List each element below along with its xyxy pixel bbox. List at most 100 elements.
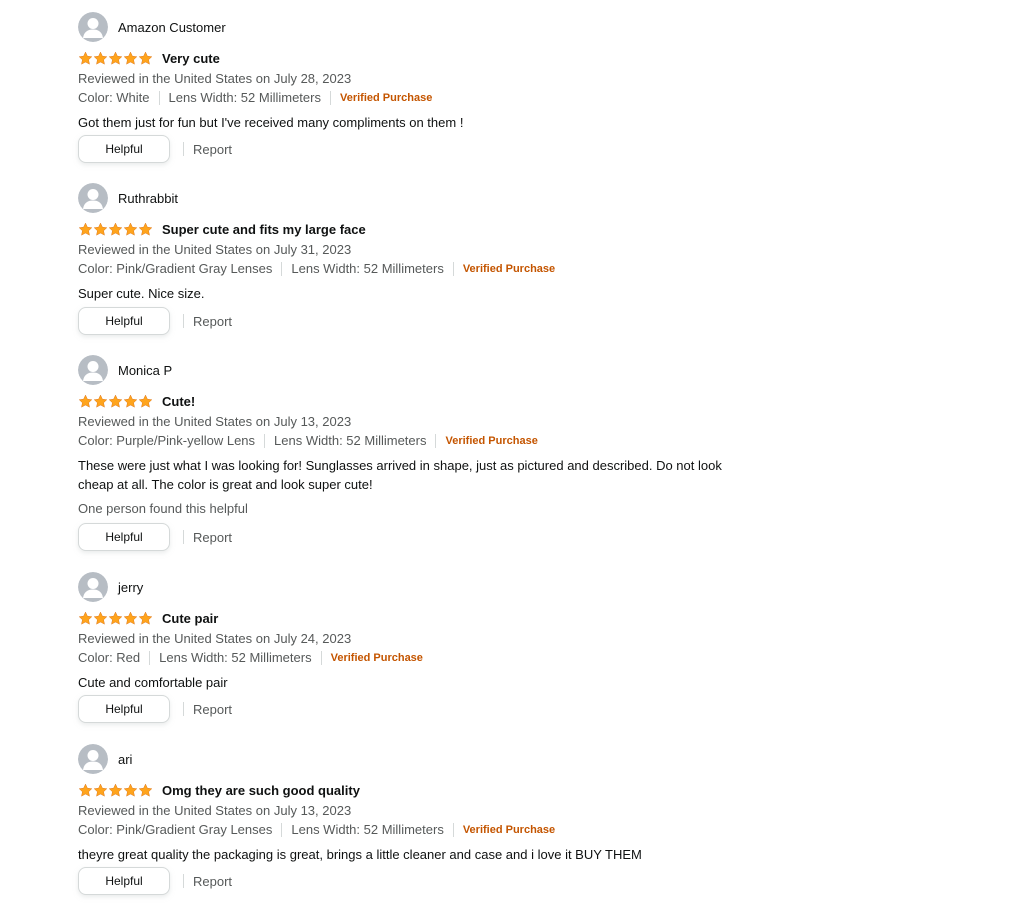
report-link[interactable]: Report bbox=[193, 314, 232, 329]
variant-lens-width[interactable]: Lens Width: 52 Millimeters bbox=[291, 261, 443, 277]
avatar-icon[interactable] bbox=[78, 355, 108, 385]
helpful-button[interactable]: Helpful bbox=[78, 523, 170, 551]
avatar-icon[interactable] bbox=[78, 572, 108, 602]
review-actions: Helpful Report bbox=[78, 522, 738, 552]
review-actions: Helpful Report bbox=[78, 306, 738, 336]
star-icon bbox=[93, 222, 108, 236]
reviewer-profile[interactable]: Monica P bbox=[78, 354, 738, 386]
star-icon bbox=[78, 222, 93, 236]
divider bbox=[281, 262, 283, 276]
star-icon bbox=[123, 783, 138, 797]
product-variant[interactable]: Color: Pink/Gradient Gray Lenses Lens Wi… bbox=[78, 822, 738, 838]
star-icon bbox=[78, 611, 93, 625]
reviewer-profile[interactable]: Amazon Customer bbox=[78, 11, 738, 43]
divider bbox=[149, 651, 151, 665]
divider bbox=[183, 314, 184, 328]
star-icon bbox=[108, 51, 123, 65]
variant-color[interactable]: Color: Pink/Gradient Gray Lenses bbox=[78, 261, 272, 277]
variant-color[interactable]: Color: Red bbox=[78, 650, 140, 666]
review-body: These were just what I was looking for! … bbox=[78, 458, 722, 492]
product-variant[interactable]: Color: Red Lens Width: 52 Millimeters Ve… bbox=[78, 650, 738, 666]
verified-purchase-badge[interactable]: Verified Purchase bbox=[463, 822, 555, 838]
star-icon bbox=[78, 394, 93, 408]
star-icon bbox=[138, 222, 153, 236]
star-icon bbox=[93, 394, 108, 408]
review-title[interactable]: Very cute bbox=[162, 51, 220, 66]
star-icon bbox=[123, 222, 138, 236]
divider bbox=[183, 874, 184, 888]
divider bbox=[158, 91, 160, 105]
product-variant[interactable]: Color: Purple/Pink-yellow Lens Lens Widt… bbox=[78, 433, 738, 449]
divider bbox=[183, 530, 184, 544]
review: Monica P Cute! Reviewed in the United St… bbox=[78, 354, 738, 552]
review-title[interactable]: Super cute and fits my large face bbox=[162, 222, 366, 237]
review-title[interactable]: Cute! bbox=[162, 394, 195, 409]
review-title[interactable]: Cute pair bbox=[162, 611, 218, 626]
review: Ruthrabbit Super cute and fits my large … bbox=[78, 182, 738, 336]
variant-lens-width[interactable]: Lens Width: 52 Millimeters bbox=[274, 433, 426, 449]
report-link[interactable]: Report bbox=[193, 142, 232, 157]
star-icon bbox=[123, 394, 138, 408]
star-icon bbox=[78, 51, 93, 65]
review-date: Reviewed in the United States on July 24… bbox=[78, 631, 352, 646]
review-body: theyre great quality the packaging is gr… bbox=[78, 847, 642, 862]
reviewer-name[interactable]: Ruthrabbit bbox=[118, 191, 178, 206]
review-title[interactable]: Omg they are such good quality bbox=[162, 783, 360, 798]
report-link[interactable]: Report bbox=[193, 702, 232, 717]
review: jerry Cute pair Reviewed in the United S… bbox=[78, 571, 738, 724]
star-rating[interactable] bbox=[78, 51, 154, 66]
avatar-icon[interactable] bbox=[78, 12, 108, 42]
star-icon bbox=[138, 611, 153, 625]
star-icon bbox=[123, 51, 138, 65]
review-actions: Helpful Report bbox=[78, 694, 738, 724]
reviewer-name[interactable]: ari bbox=[118, 752, 132, 767]
star-rating[interactable] bbox=[78, 783, 154, 798]
divider bbox=[320, 651, 322, 665]
star-icon bbox=[138, 51, 153, 65]
reviewer-profile[interactable]: Ruthrabbit bbox=[78, 182, 738, 214]
star-icon bbox=[138, 394, 153, 408]
review-date: Reviewed in the United States on July 28… bbox=[78, 71, 352, 86]
divider bbox=[183, 702, 184, 716]
star-rating[interactable] bbox=[78, 394, 154, 409]
review-date: Reviewed in the United States on July 31… bbox=[78, 242, 352, 257]
star-rating[interactable] bbox=[78, 611, 154, 626]
star-rating[interactable] bbox=[78, 222, 154, 237]
divider bbox=[435, 434, 437, 448]
helpful-button[interactable]: Helpful bbox=[78, 135, 170, 163]
reviewer-profile[interactable]: jerry bbox=[78, 571, 738, 603]
review-actions: Helpful Report bbox=[78, 866, 738, 896]
reviewer-profile[interactable]: ari bbox=[78, 743, 738, 775]
review: ari Omg they are such good quality Revie… bbox=[78, 743, 738, 896]
helpful-button[interactable]: Helpful bbox=[78, 867, 170, 895]
helpful-button[interactable]: Helpful bbox=[78, 695, 170, 723]
star-icon bbox=[93, 783, 108, 797]
variant-lens-width[interactable]: Lens Width: 52 Millimeters bbox=[159, 650, 311, 666]
avatar-icon[interactable] bbox=[78, 744, 108, 774]
variant-color[interactable]: Color: White bbox=[78, 90, 150, 106]
divider bbox=[183, 142, 184, 156]
reviewer-name[interactable]: Monica P bbox=[118, 363, 172, 378]
verified-purchase-badge[interactable]: Verified Purchase bbox=[340, 90, 432, 106]
reviewer-name[interactable]: jerry bbox=[118, 580, 143, 595]
verified-purchase-badge[interactable]: Verified Purchase bbox=[445, 433, 537, 449]
report-link[interactable]: Report bbox=[193, 874, 232, 889]
avatar-icon[interactable] bbox=[78, 183, 108, 213]
review-body: Cute and comfortable pair bbox=[78, 675, 228, 690]
variant-color[interactable]: Color: Purple/Pink-yellow Lens bbox=[78, 433, 255, 449]
review-date: Reviewed in the United States on July 13… bbox=[78, 414, 352, 429]
helpful-button[interactable]: Helpful bbox=[78, 307, 170, 335]
review: Amazon Customer Very cute Reviewed in th… bbox=[78, 11, 738, 164]
report-link[interactable]: Report bbox=[193, 530, 232, 545]
variant-color[interactable]: Color: Pink/Gradient Gray Lenses bbox=[78, 822, 272, 838]
verified-purchase-badge[interactable]: Verified Purchase bbox=[331, 650, 423, 666]
variant-lens-width[interactable]: Lens Width: 52 Millimeters bbox=[291, 822, 443, 838]
verified-purchase-badge[interactable]: Verified Purchase bbox=[463, 261, 555, 277]
review-actions: Helpful Report bbox=[78, 134, 738, 164]
star-icon bbox=[78, 783, 93, 797]
product-variant[interactable]: Color: Pink/Gradient Gray Lenses Lens Wi… bbox=[78, 261, 738, 277]
helpful-count: One person found this helpful bbox=[78, 501, 248, 516]
product-variant[interactable]: Color: White Lens Width: 52 Millimeters … bbox=[78, 90, 738, 106]
reviewer-name[interactable]: Amazon Customer bbox=[118, 20, 226, 35]
variant-lens-width[interactable]: Lens Width: 52 Millimeters bbox=[169, 90, 321, 106]
